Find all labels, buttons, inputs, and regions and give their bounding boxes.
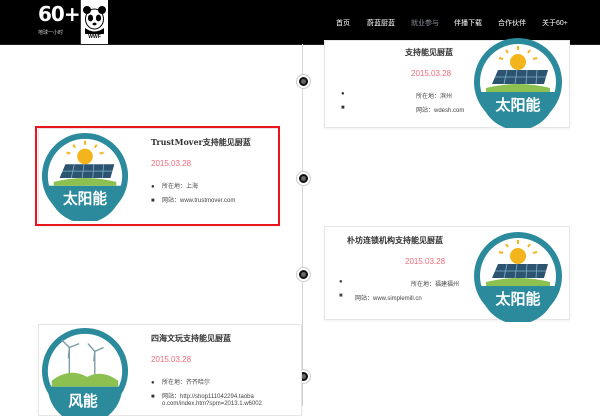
nav-item-download[interactable]: 伴播下载 bbox=[454, 18, 482, 28]
timeline-dot bbox=[297, 75, 310, 88]
user-icon: ● bbox=[151, 380, 155, 386]
logo-subtitle: 地球一小时 bbox=[38, 30, 64, 36]
card-date: 2015.03.28 bbox=[411, 69, 452, 78]
site-logo[interactable]: 60+ 地球一小时 bbox=[38, 2, 82, 42]
wind-badge-icon: 风能 bbox=[41, 327, 129, 416]
card-location-row: ● bbox=[341, 91, 352, 97]
nav-item-3-active[interactable]: 就业参与 bbox=[411, 18, 439, 28]
sun-icon bbox=[510, 54, 526, 70]
card-website-row[interactable]: ■ 网站：http://shop111042294.taoba bbox=[151, 391, 254, 400]
timeline-line bbox=[302, 44, 303, 406]
comment-icon: ■ bbox=[151, 394, 155, 400]
nav-item-partners[interactable]: 合作伙伴 bbox=[498, 18, 526, 28]
solar-badge-icon: 太阳能 bbox=[474, 38, 562, 128]
logo-text: 60+ bbox=[38, 2, 81, 26]
sun-icon bbox=[510, 248, 526, 264]
card-date: 2015.03.28 bbox=[405, 257, 446, 266]
card-title[interactable]: 朴坊连锁机构支持能见厨蓝 bbox=[347, 235, 443, 246]
card-website[interactable]: 网站：wdesh.com bbox=[416, 105, 464, 114]
user-icon: ● bbox=[341, 91, 345, 97]
card-website-line1[interactable]: 网站：http://shop111042294.taoba bbox=[162, 394, 254, 400]
svg-text:太阳能: 太阳能 bbox=[495, 96, 540, 114]
solar-badge-icon: 太阳能 bbox=[474, 232, 562, 322]
card-website-row: ■ bbox=[341, 105, 352, 111]
card-date: 2015.03.28 bbox=[151, 355, 192, 364]
card-website[interactable]: 网站：www.simplemill.cn bbox=[355, 293, 422, 302]
nav-item-about[interactable]: 关于60+ bbox=[542, 18, 568, 28]
card-website-line2[interactable]: o.com/index.htm?spm=2013.1.w6002 bbox=[162, 401, 262, 407]
card-location: 所在地：滨州 bbox=[416, 94, 453, 100]
timeline-dot bbox=[297, 172, 310, 185]
timeline-dot bbox=[297, 268, 310, 281]
card-location: 所在地：福建福州 bbox=[411, 282, 460, 288]
svg-text:风能: 风能 bbox=[68, 392, 98, 410]
svg-text:太阳能: 太阳能 bbox=[495, 290, 540, 308]
comment-icon: ■ bbox=[339, 293, 343, 299]
card-title[interactable]: 支持能见厨蓝 bbox=[405, 47, 453, 58]
wwf-logo[interactable]: WWF bbox=[80, 0, 108, 44]
panda-logo-icon bbox=[83, 6, 106, 34]
wwf-text: WWF bbox=[88, 34, 101, 40]
nav-item-2[interactable]: 蔚蓝厨蓝 bbox=[367, 18, 395, 28]
card-location-row: ● 所在地：齐齐哈尔 bbox=[151, 377, 210, 386]
card-title[interactable]: 四海文玩支持能见厨蓝 bbox=[151, 333, 231, 344]
selection-highlight bbox=[35, 126, 280, 226]
user-icon: ● bbox=[339, 279, 343, 285]
nav-home[interactable]: 首页 bbox=[336, 18, 350, 28]
comment-icon: ■ bbox=[341, 105, 345, 111]
card-location: 所在地：齐齐哈尔 bbox=[162, 380, 211, 386]
